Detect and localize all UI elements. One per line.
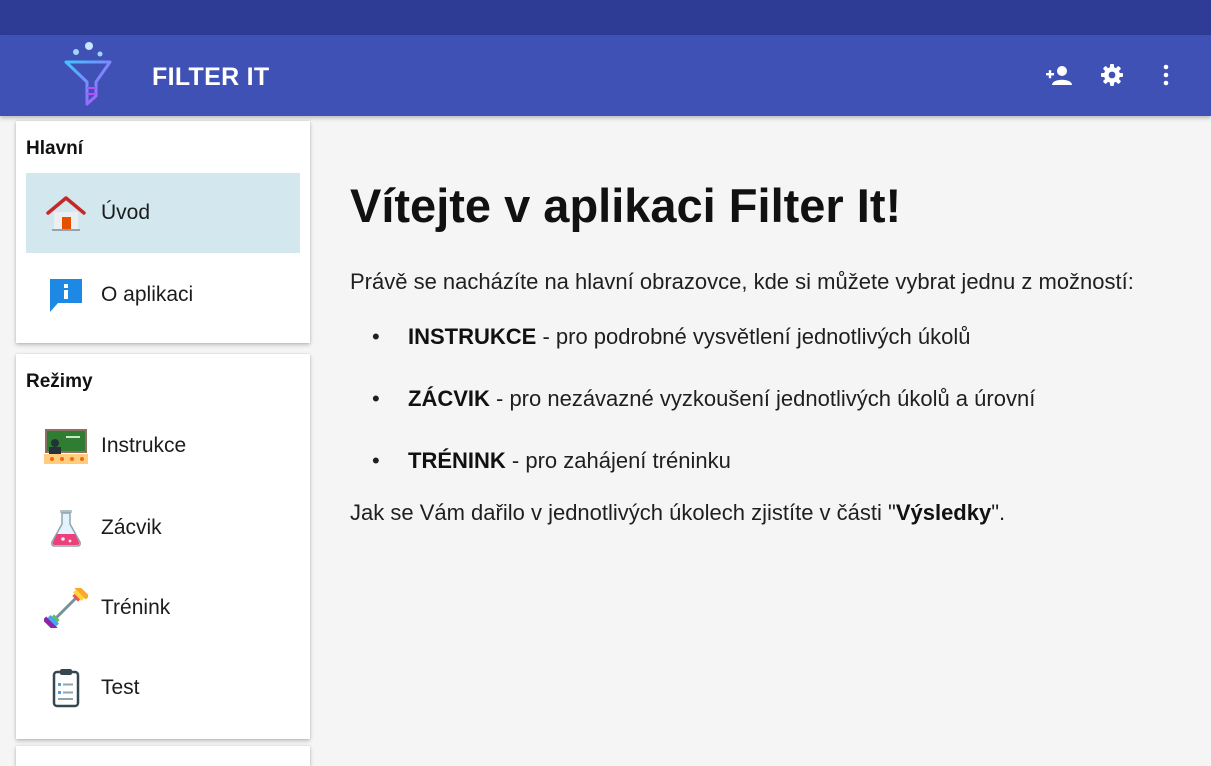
sidebar-section-next	[16, 746, 310, 766]
sidebar-item-label: Zácvik	[101, 516, 162, 539]
more-options-button[interactable]	[1150, 59, 1182, 91]
main-content: Vítejte v aplikaci Filter It! Právě se n…	[350, 116, 1190, 528]
sidebar-item-uvod[interactable]: Úvod	[26, 173, 300, 253]
sidebar-item-label: Instrukce	[101, 434, 187, 457]
add-user-icon	[1046, 66, 1072, 85]
option-description: - pro zahájení tréninku	[505, 448, 731, 473]
sidebar-item-trenink[interactable]: Trénink	[26, 568, 300, 648]
option-name: ZÁCVIK	[408, 386, 490, 411]
clipboard-icon	[44, 668, 88, 708]
sidebar-item-zacvik[interactable]: Zácvik	[26, 488, 300, 568]
intro-text: Právě se nacházíte na hlavní obrazovce, …	[350, 269, 1134, 294]
gear-icon	[1101, 64, 1123, 86]
sidebar-section-main: Hlavní Úvod O aplikaci	[16, 121, 310, 343]
sidebar-item-test[interactable]: Test	[26, 648, 300, 728]
more-vertical-icon	[1163, 64, 1169, 86]
options-list: • INSTRUKCE - pro podrobné vysvětlení jed…	[350, 321, 1190, 476]
dumbbell-icon	[44, 588, 88, 628]
flask-icon	[44, 508, 88, 548]
classroom-icon	[44, 426, 88, 466]
page-title: Vítejte v aplikaci Filter It!	[350, 179, 902, 232]
option-name: INSTRUKCE	[408, 324, 537, 349]
settings-button[interactable]	[1096, 59, 1128, 91]
status-bar	[0, 0, 1211, 35]
results-text: Jak se Vám dařilo v jednotlivých úkolech…	[350, 500, 1006, 525]
sidebar-item-instrukce[interactable]: Instrukce	[26, 406, 300, 486]
sidebar-item-label: Trénink	[101, 596, 171, 619]
sidebar-section-modes: Režimy Instrukce Zácvik Trénink Test	[16, 354, 310, 739]
app-bar: FILTER IT	[0, 35, 1211, 116]
sidebar-item-label: O aplikaci	[101, 283, 194, 306]
sidebar-item-label: Test	[101, 676, 140, 699]
home-icon	[44, 193, 88, 233]
list-item: • ZÁCVIK - pro nezávazné vyzkoušení jedno…	[372, 386, 1036, 411]
info-icon	[44, 275, 88, 315]
section-header-modes: Režimy	[26, 371, 93, 392]
app-title: FILTER IT	[152, 63, 270, 91]
option-description: - pro nezávazné vyzkoušení jednotlivých …	[489, 386, 1036, 411]
list-item: • INSTRUKCE - pro podrobné vysvětlení jed…	[372, 324, 971, 349]
list-item: • TRÉNINK - pro zahájení tréninku	[372, 448, 731, 473]
option-name: TRÉNINK	[408, 448, 506, 473]
add-user-button[interactable]	[1043, 59, 1075, 91]
option-description: - pro podrobné vysvětlení jednotlivých ú…	[536, 324, 971, 349]
funnel-logo-icon	[56, 42, 120, 108]
sidebar-item-label: Úvod	[101, 201, 151, 224]
results-section-name: Výsledky	[895, 500, 992, 525]
section-header-main: Hlavní	[26, 138, 84, 159]
sidebar-item-o-aplikaci[interactable]: O aplikaci	[26, 255, 300, 335]
